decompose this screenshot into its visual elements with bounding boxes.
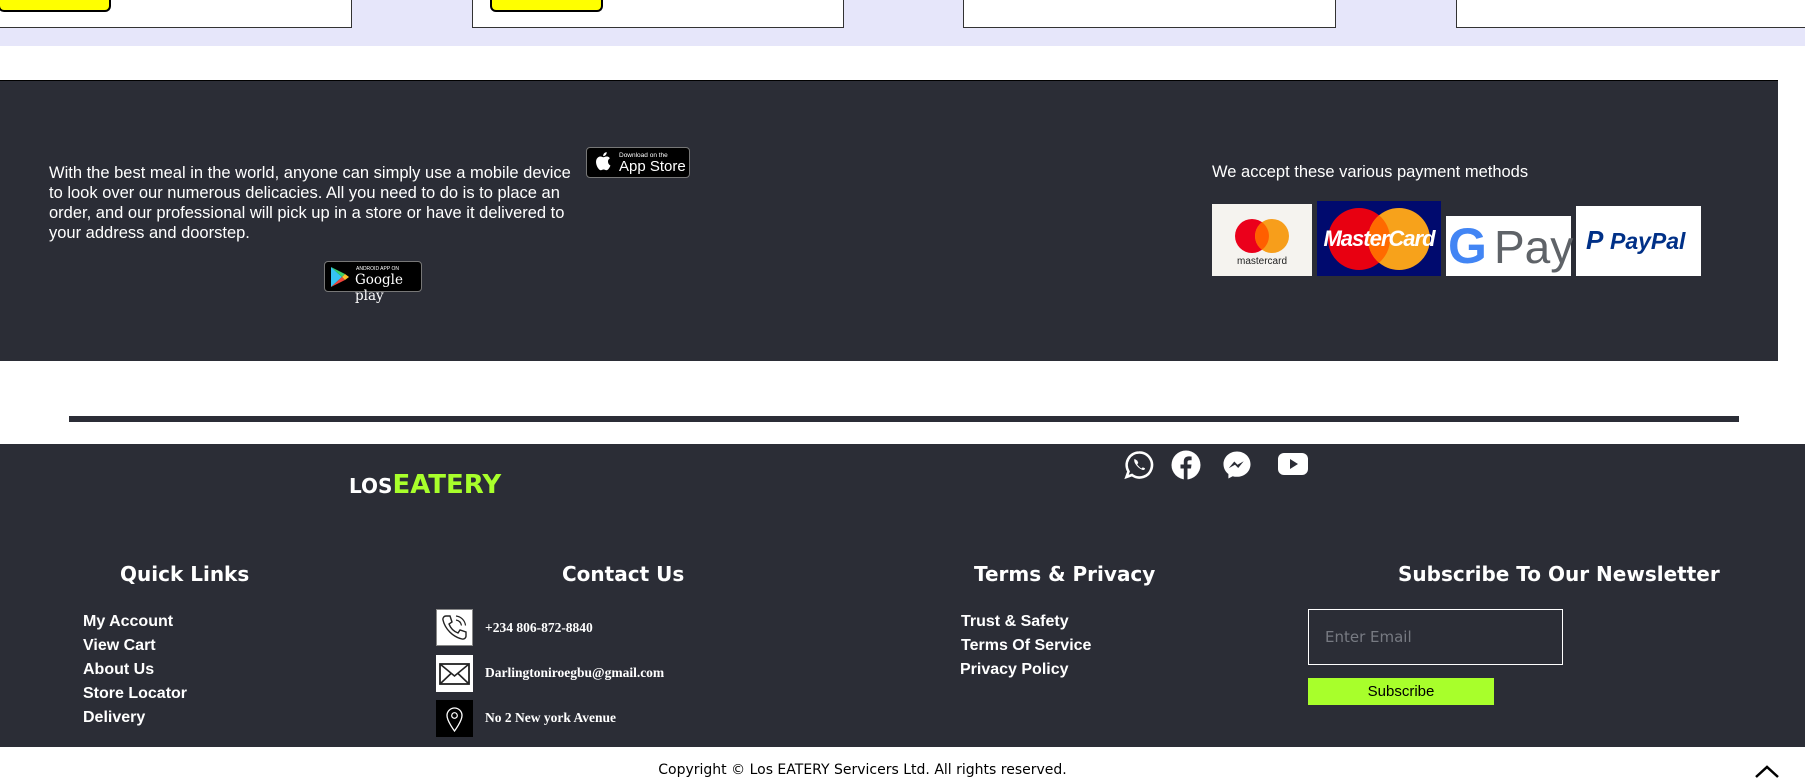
messenger-icon[interactable] [1222,450,1252,480]
mail-icon [436,655,473,692]
app-store-badge[interactable]: Download on the App Store [586,147,690,178]
mastercard-label: mastercard [1236,256,1287,267]
subscribe-button[interactable]: Subscribe [1308,678,1494,705]
paypal-logo: P PayPal [1576,206,1701,276]
product-card-button[interactable] [490,0,603,12]
terms-title: Terms & Privacy [974,562,1156,586]
apple-icon [595,151,611,176]
mastercard-brand-label: MasterCard [1323,226,1435,251]
google-pay-logo: G Pay [1446,216,1574,276]
paypal-p-icon: P [1586,225,1604,255]
mastercard-logo: mastercard [1212,204,1312,276]
site-footer [0,444,1805,747]
facebook-icon[interactable] [1171,450,1201,480]
link-about-us[interactable]: About Us [83,661,154,679]
google-pay-label: Pay [1494,221,1574,273]
app-description: With the best meal in the world, anyone … [49,164,571,242]
contact-title: Contact Us [562,562,685,586]
newsletter-title: Subscribe To Our Newsletter [1398,562,1720,586]
product-card [963,0,1336,28]
google-play-badge[interactable]: ANDROID APP ON Google play [324,261,422,304]
phone-icon [436,609,473,646]
logo-prefix: LOS [349,474,393,498]
link-trust-safety[interactable]: Trust & Safety [961,613,1069,631]
logo-name: EATERY [392,470,502,500]
link-terms-of-service[interactable]: Terms Of Service [961,637,1091,655]
newsletter-email-input[interactable] [1308,609,1563,665]
google-g-icon: G [1448,218,1487,274]
link-my-account[interactable]: My Account [83,613,173,631]
whatsapp-icon[interactable] [1124,450,1154,480]
paypal-label: PayPal [1610,228,1686,254]
youtube-icon[interactable] [1278,452,1308,482]
contact-phone[interactable]: +234 806-872-8840 [485,620,593,636]
app-store-label: App Store [619,158,686,175]
link-store-locator[interactable]: Store Locator [83,685,187,703]
product-card-button[interactable] [0,0,111,12]
link-delivery[interactable]: Delivery [83,709,145,727]
payment-methods-text: We accept these various payment methods [1212,163,1529,181]
google-play-label: Google play [355,272,403,304]
copyright-text: Copyright © Los EATERY Servicers Ltd. Al… [658,762,1067,778]
contact-address: No 2 New york Avenue [485,710,616,725]
scroll-to-top-icon[interactable] [1752,762,1782,778]
footer-logo[interactable]: LOSEATERY [349,470,501,500]
link-privacy-policy[interactable]: Privacy Policy [960,661,1069,679]
link-view-cart[interactable]: View Cart [83,637,156,655]
section-divider [69,416,1739,422]
location-pin-icon [436,700,473,737]
google-play-icon [331,267,349,292]
quick-links-title: Quick Links [120,562,250,586]
contact-email[interactable]: Darlingtoniroegbu@gmail.com [485,665,664,681]
mastercard-brand-logo: MasterCard [1317,201,1441,276]
product-card [1456,0,1805,28]
